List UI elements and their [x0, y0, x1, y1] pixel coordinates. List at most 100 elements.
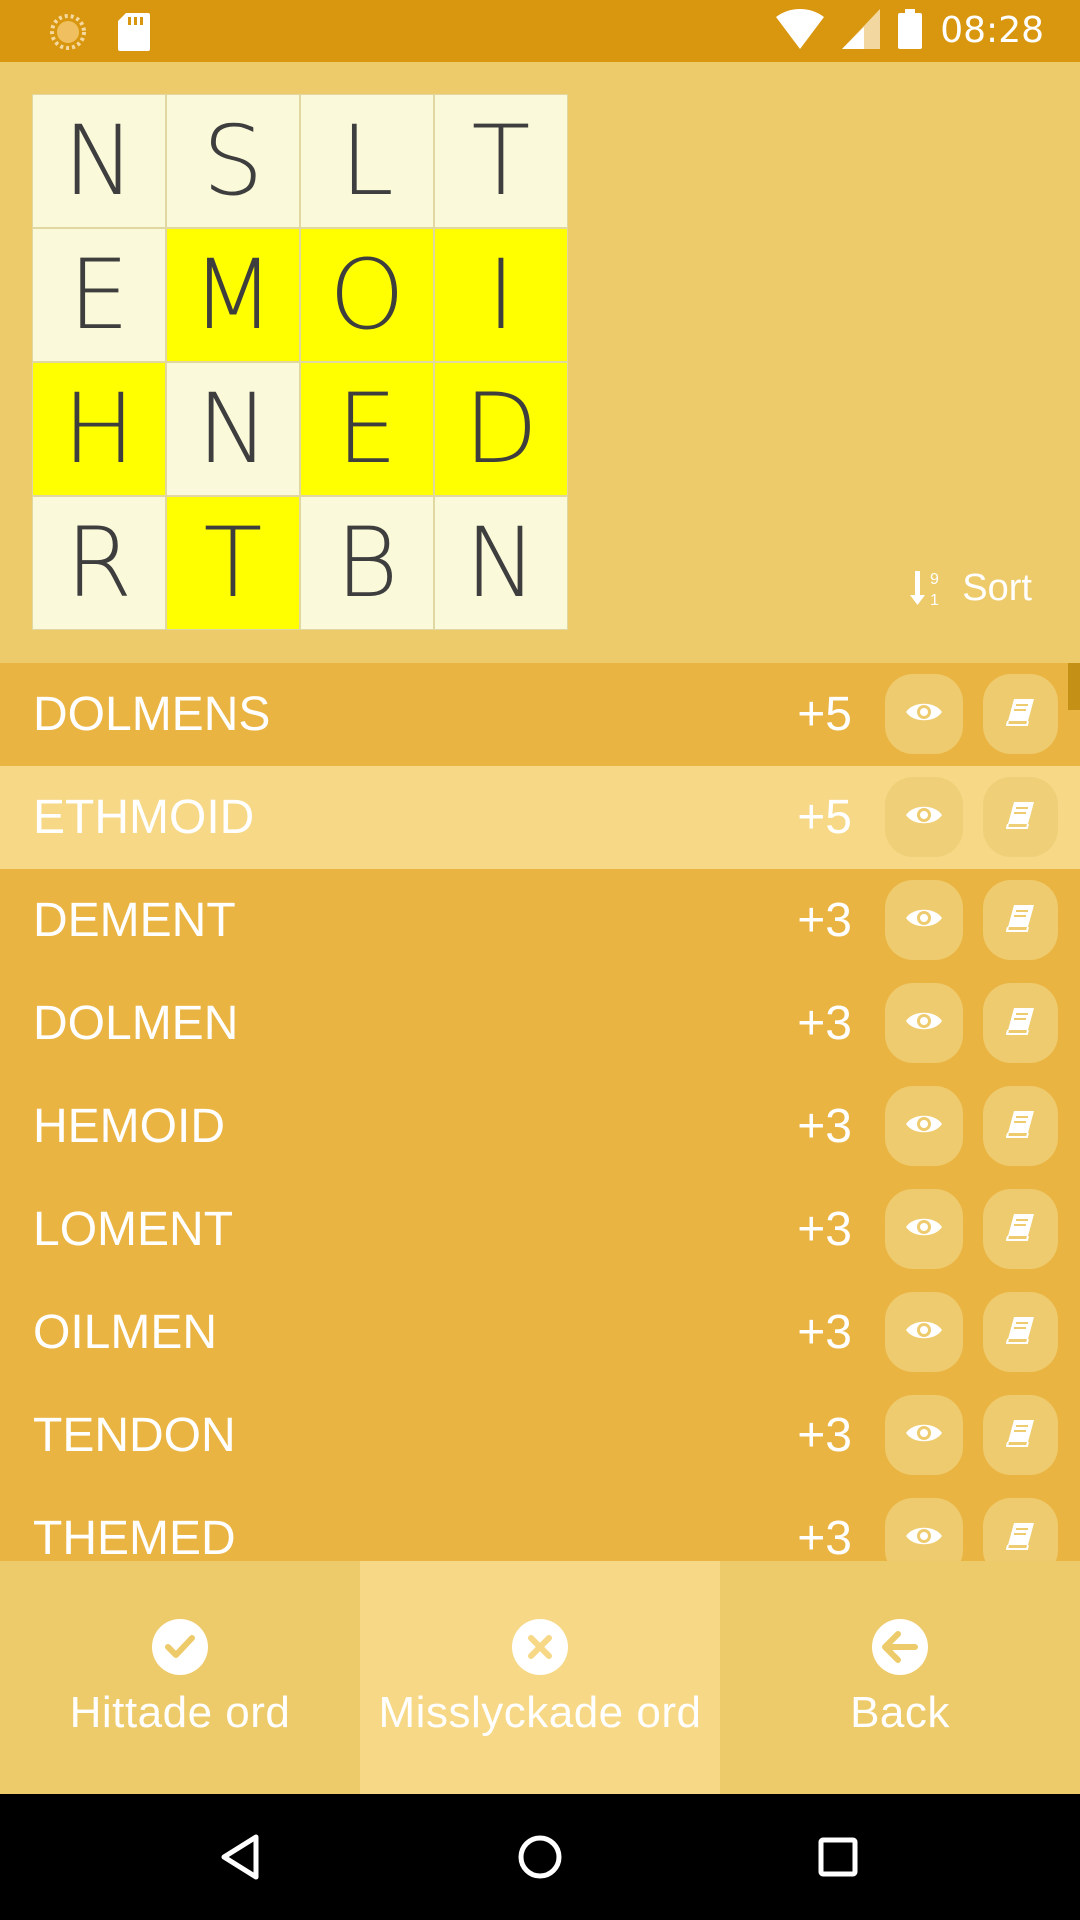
x-circle-icon	[512, 1619, 568, 1675]
status-left	[48, 12, 150, 57]
reveal-button[interactable]	[885, 777, 963, 857]
grid-cell[interactable]: H	[32, 362, 166, 496]
word-text: THEMED	[33, 1511, 236, 1562]
grid-cell[interactable]: O	[300, 228, 434, 362]
square-recents-icon	[818, 1837, 858, 1877]
battery-icon	[898, 8, 923, 54]
word-text: HEMOID	[33, 1099, 225, 1153]
word-text: DEMENT	[33, 893, 236, 947]
sort-label: Sort	[962, 567, 1032, 609]
list-item[interactable]: THEMED +3	[0, 1487, 1080, 1561]
book-icon	[1005, 1109, 1036, 1144]
list-item[interactable]: ETHMOID +5	[0, 766, 1080, 869]
board-area: N S L T E M O I H N E D R T B N 9 1 Sort	[0, 62, 1080, 662]
grid-cell[interactable]: S	[166, 94, 300, 228]
word-points: +3	[797, 1099, 852, 1153]
grid-cell[interactable]: N	[434, 496, 568, 630]
dictionary-button[interactable]	[983, 777, 1058, 857]
grid-cell[interactable]: N	[166, 362, 300, 496]
wifi-icon	[776, 8, 825, 54]
system-nav-bar	[0, 1794, 1080, 1920]
grid-cell[interactable]: E	[32, 228, 166, 362]
eye-icon	[905, 1111, 943, 1142]
grid-cell[interactable]: B	[300, 496, 434, 630]
bottom-tab-bar: Hittade ord Misslyckade ord Back	[0, 1561, 1080, 1794]
reveal-button[interactable]	[885, 983, 963, 1063]
status-time: 08:28	[940, 10, 1044, 51]
eye-icon	[905, 1523, 943, 1554]
word-points: +3	[797, 1202, 852, 1256]
eye-icon	[905, 1008, 943, 1039]
letter-grid: N S L T E M O I H N E D R T B N	[32, 94, 568, 630]
check-circle-icon	[152, 1619, 208, 1675]
book-icon	[1005, 1212, 1036, 1247]
tab-missed-words[interactable]: Misslyckade ord	[360, 1561, 720, 1794]
tab-found-words[interactable]: Hittade ord	[0, 1561, 360, 1794]
tab-label: Misslyckade ord	[378, 1688, 702, 1737]
eye-icon	[905, 905, 943, 936]
reveal-button[interactable]	[885, 880, 963, 960]
reveal-button[interactable]	[885, 1292, 963, 1372]
sort-button[interactable]: 9 1 Sort	[910, 567, 1032, 610]
dictionary-button[interactable]	[983, 880, 1058, 960]
nav-recents-button[interactable]	[805, 1824, 871, 1890]
list-item[interactable]: DEMENT +3	[0, 869, 1080, 972]
list-item[interactable]: DOLMENS +5	[0, 663, 1080, 766]
status-bar: 08:28	[0, 0, 1080, 62]
book-icon	[1005, 1418, 1036, 1453]
reveal-button[interactable]	[885, 1189, 963, 1269]
word-text: DOLMENS	[33, 687, 271, 741]
tab-label: Back	[850, 1688, 950, 1737]
word-text: ETHMOID	[33, 790, 255, 844]
arrow-left-circle-icon	[872, 1619, 928, 1675]
tab-label: Hittade ord	[69, 1688, 291, 1737]
dictionary-button[interactable]	[983, 674, 1058, 754]
book-icon	[1005, 1521, 1036, 1556]
word-points: +3	[797, 1305, 852, 1359]
sort-numeric-icon: 9 1	[910, 569, 946, 609]
sd-card-icon	[118, 13, 150, 56]
eye-icon	[905, 1317, 943, 1348]
dictionary-button[interactable]	[983, 1292, 1058, 1372]
word-text: DOLMEN	[33, 996, 239, 1050]
grid-cell[interactable]: I	[434, 228, 568, 362]
nav-back-button[interactable]	[207, 1824, 273, 1890]
word-text: TENDON	[33, 1408, 236, 1462]
book-icon	[1005, 1315, 1036, 1350]
word-list[interactable]: DOLMENS +5 ETHMOID +5 DEMENT +3 DOLMEN +…	[0, 663, 1080, 1561]
cellular-signal-icon	[842, 8, 881, 54]
list-item[interactable]: HEMOID +3	[0, 1075, 1080, 1178]
grid-cell[interactable]: R	[32, 496, 166, 630]
tab-back[interactable]: Back	[720, 1561, 1080, 1794]
eye-icon	[905, 802, 943, 833]
grid-cell[interactable]: N	[32, 94, 166, 228]
dictionary-button[interactable]	[983, 983, 1058, 1063]
nav-home-button[interactable]	[507, 1824, 573, 1890]
triangle-back-icon	[221, 1834, 259, 1880]
reveal-button[interactable]	[885, 1395, 963, 1475]
dictionary-button[interactable]	[983, 1498, 1058, 1561]
reveal-button[interactable]	[885, 1086, 963, 1166]
list-item[interactable]: TENDON +3	[0, 1384, 1080, 1487]
grid-cell[interactable]: M	[166, 228, 300, 362]
grid-cell[interactable]: E	[300, 362, 434, 496]
eye-icon	[905, 1420, 943, 1451]
dictionary-button[interactable]	[983, 1395, 1058, 1475]
svg-text:1: 1	[930, 592, 939, 609]
list-item[interactable]: LOMENT +3	[0, 1178, 1080, 1281]
word-points: +5	[797, 687, 852, 741]
dictionary-button[interactable]	[983, 1189, 1058, 1269]
grid-cell[interactable]: D	[434, 362, 568, 496]
list-item[interactable]: OILMEN +3	[0, 1281, 1080, 1384]
circle-home-icon	[518, 1835, 562, 1879]
grid-cell[interactable]: T	[166, 496, 300, 630]
reveal-button[interactable]	[885, 674, 963, 754]
scrollbar-thumb[interactable]	[1068, 663, 1080, 710]
grid-cell[interactable]: L	[300, 94, 434, 228]
word-text: LOMENT	[33, 1202, 234, 1256]
reveal-button[interactable]	[885, 1498, 963, 1561]
loading-icon	[48, 12, 88, 57]
list-item[interactable]: DOLMEN +3	[0, 972, 1080, 1075]
dictionary-button[interactable]	[983, 1086, 1058, 1166]
grid-cell[interactable]: T	[434, 94, 568, 228]
